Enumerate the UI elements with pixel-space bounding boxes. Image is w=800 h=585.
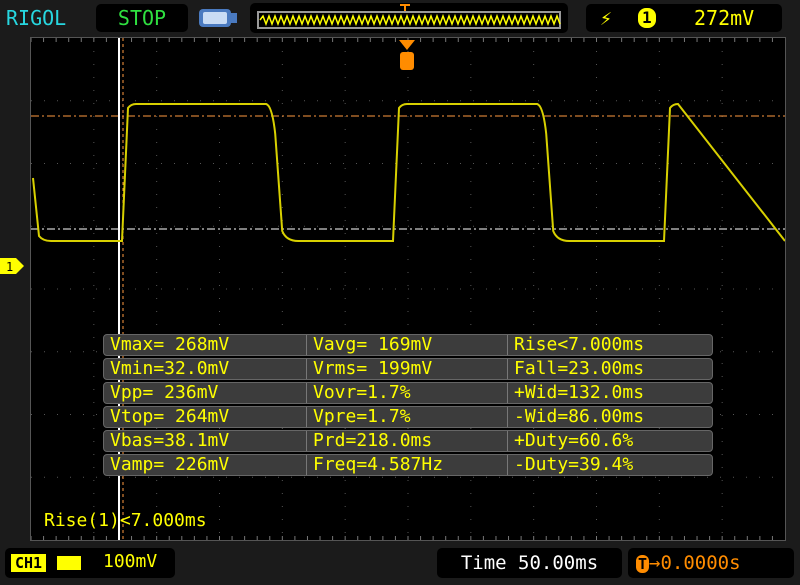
measurement-value: Vrms= 199mV bbox=[307, 359, 508, 379]
measurement-value: Rise<7.000ms bbox=[514, 334, 645, 355]
measurement-value: Vavg= 169mV bbox=[307, 335, 508, 355]
arrow-icon: → bbox=[649, 552, 661, 574]
rising-edge-icon: ⚡ bbox=[600, 6, 613, 30]
ch1-badge: CH1 bbox=[11, 554, 47, 572]
cursor-readout: Rise(1)<7.000ms bbox=[44, 510, 207, 531]
trigger-position[interactable]: T →0.0000s bbox=[628, 548, 794, 578]
measurement-value: -Duty=39.4% bbox=[514, 454, 634, 475]
measurement-value: Vbas=38.1mV bbox=[104, 431, 307, 451]
measurement-value: Vmin=32.0mV bbox=[104, 359, 307, 379]
channel-1-offset-marker[interactable]: 1 bbox=[0, 258, 24, 274]
measurement-value: Prd=218.0ms bbox=[307, 431, 508, 451]
measurement-row: Vmax= 268mV Vavg= 169mV Rise<7.000ms bbox=[103, 334, 713, 356]
trigger-time-marker-icon bbox=[399, 40, 415, 50]
trigger-info[interactable]: ⚡ 1 272mV bbox=[586, 4, 782, 32]
channel-1-waveform bbox=[32, 102, 786, 242]
dc-coupling-icon bbox=[57, 556, 81, 570]
measurement-value: +Duty=60.6% bbox=[514, 430, 634, 451]
measurement-row: Vbas=38.1mV Prd=218.0ms +Duty=60.6% bbox=[103, 430, 713, 452]
measurement-value: +Wid=132.0ms bbox=[514, 382, 645, 403]
measurement-value: Vmax= 268mV bbox=[104, 335, 307, 355]
trigger-source-badge: 1 bbox=[638, 8, 656, 28]
timebase[interactable]: Time 50.00ms bbox=[437, 548, 622, 578]
measurement-table: Vmax= 268mV Vavg= 169mV Rise<7.000ms Vmin=3… bbox=[103, 334, 713, 478]
measurement-value: Vamp= 226mV bbox=[104, 455, 307, 475]
measurement-value: Vovr=1.7% bbox=[307, 383, 508, 403]
measurement-value: Freq=4.587Hz bbox=[307, 455, 508, 475]
measurement-value: Fall=23.00ms bbox=[514, 358, 645, 379]
brand-logo: RIGOL bbox=[6, 6, 67, 30]
measurement-value: Vtop= 264mV bbox=[104, 407, 307, 427]
trigger-position-value: 0.0000s bbox=[660, 552, 741, 574]
channel-1-settings[interactable]: CH1 100mV bbox=[5, 548, 175, 578]
measurement-value: -Wid=86.00ms bbox=[514, 406, 645, 427]
trigger-position-icon: T bbox=[636, 555, 650, 573]
memory-icon bbox=[198, 8, 238, 28]
ch1-vertical-scale: 100mV bbox=[103, 551, 158, 572]
trigger-level: 272mV bbox=[694, 6, 755, 30]
measurement-row: Vamp= 226mV Freq=4.587Hz -Duty=39.4% bbox=[103, 454, 713, 476]
measurement-row: Vpp= 236mV Vovr=1.7% +Wid=132.0ms bbox=[103, 382, 713, 404]
measurement-row: Vtop= 264mV Vpre=1.7% -Wid=86.00ms bbox=[103, 406, 713, 428]
measurement-value: Vpre=1.7% bbox=[307, 407, 508, 427]
waveform-overview[interactable] bbox=[250, 3, 568, 33]
channel-marker-label: 1 bbox=[6, 260, 13, 274]
measurement-row: Vmin=32.0mV Vrms= 199mV Fall=23.00ms bbox=[103, 358, 713, 380]
measurement-value: Vpp= 236mV bbox=[104, 383, 307, 403]
trigger-t-icon bbox=[400, 52, 414, 70]
run-status[interactable]: STOP bbox=[96, 4, 188, 32]
